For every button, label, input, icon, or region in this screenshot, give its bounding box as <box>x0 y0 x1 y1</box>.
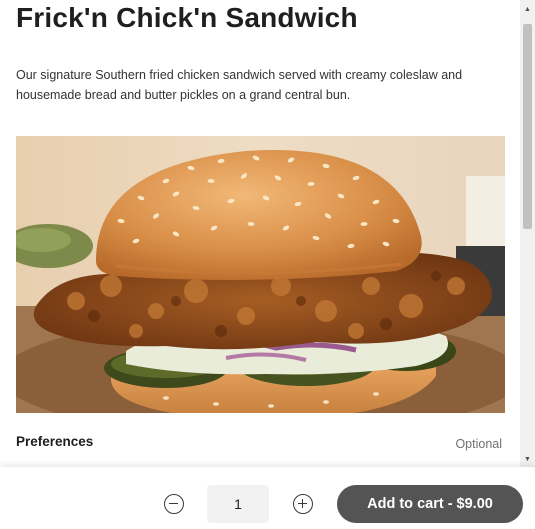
minus-glyph <box>169 502 178 505</box>
add-to-cart-button[interactable]: Add to cart - $9.00 <box>337 485 523 523</box>
item-description: Our signature Southern fried chicken san… <box>16 68 463 102</box>
scrollbar-thumb[interactable] <box>523 24 532 229</box>
plus-circle-icon[interactable] <box>293 494 313 514</box>
plus-glyph-vertical <box>301 499 304 508</box>
minus-circle-icon[interactable] <box>164 494 184 514</box>
item-detail-scroll-area[interactable]: Frick'n Chick'n Sandwich Our signature S… <box>0 0 520 467</box>
vertical-scrollbar[interactable]: ▲ ▼ <box>520 0 535 467</box>
item-title: Frick'n Chick'n Sandwich <box>16 2 358 33</box>
preferences-optional-tag: Optional <box>455 437 502 451</box>
scroll-up-arrow-icon[interactable]: ▲ <box>520 2 535 16</box>
sandwich-photo <box>16 136 505 413</box>
quantity-value[interactable]: 1 <box>207 485 269 523</box>
preferences-heading: Preferences <box>16 434 94 449</box>
item-image <box>16 136 505 413</box>
scroll-down-arrow-icon[interactable]: ▼ <box>520 452 535 466</box>
cart-footer: 1 Add to cart - $9.00 <box>0 467 535 529</box>
